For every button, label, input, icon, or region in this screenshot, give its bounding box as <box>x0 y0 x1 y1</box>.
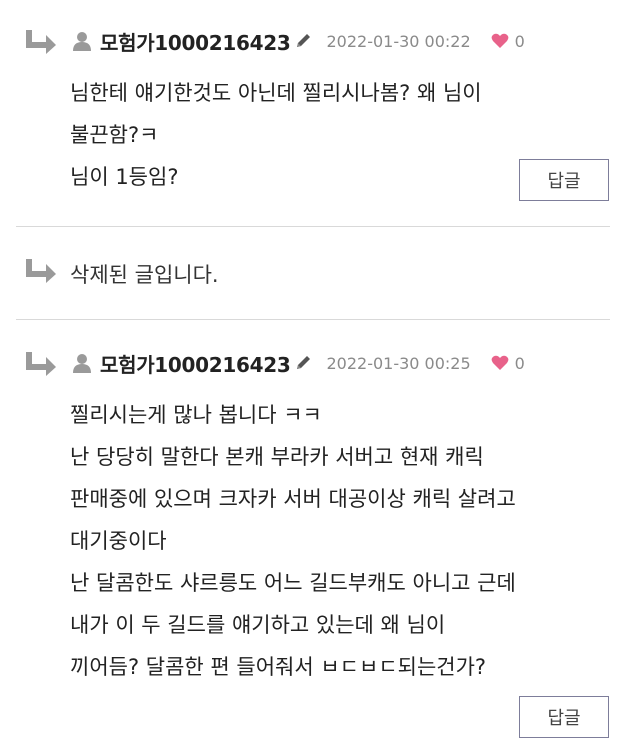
comment-line: 대기중이다 <box>70 529 167 553</box>
comment-line: 난 당당히 말한다 본캐 부라카 서버고 현재 캐릭 <box>70 445 484 469</box>
reply-arrow-icon <box>26 259 56 283</box>
comment-line: 끼어듬? 달콤한 편 들어줘서 ㅂㄷㅂㄷ되는건가? <box>70 655 487 679</box>
like-count: 0 <box>514 353 525 373</box>
comment-body: 찔리시는게 많나 봅니다 ㅋㅋ 난 당당히 말한다 본캐 부라카 서버고 현재 … <box>70 394 516 688</box>
comment-header: 모험가1000216423 2022-01-30 00:22 0 <box>72 27 525 56</box>
heart-icon[interactable] <box>491 355 509 371</box>
reply-button[interactable]: 답글 <box>519 696 609 738</box>
comment-header: 모험가1000216423 2022-01-30 00:25 0 <box>72 349 525 378</box>
comment-date: 2022-01-30 00:25 <box>326 353 471 373</box>
comment-line: 찔리시는게 많나 봅니다 ㅋㅋ <box>70 403 322 427</box>
pencil-icon[interactable] <box>294 32 312 50</box>
comment-body: 님한테 얘기한것도 아닌데 찔리시나봄? 왜 님이 불끈함?ㅋ 님이 1등임? <box>70 72 482 198</box>
divider <box>16 226 610 227</box>
reply-arrow-icon <box>26 352 56 376</box>
comment-line: 판매중에 있으며 크자카 서버 대공이상 캐릭 살려고 <box>70 487 516 511</box>
comment-line: 님이 1등임? <box>70 165 179 189</box>
user-icon <box>73 354 91 373</box>
comment-date: 2022-01-30 00:22 <box>326 31 471 51</box>
comment-line: 불끈함?ㅋ <box>70 123 159 147</box>
divider <box>16 319 610 320</box>
reply-button[interactable]: 답글 <box>519 159 609 201</box>
deleted-message: 삭제된 글입니다. <box>70 263 219 287</box>
comment-line: 난 달콤한도 샤르릉도 어느 길드부캐도 아니고 근데 <box>70 571 516 595</box>
like-count: 0 <box>514 31 525 51</box>
username[interactable]: 모험가1000216423 <box>100 349 291 378</box>
username[interactable]: 모험가1000216423 <box>100 27 291 56</box>
pencil-icon[interactable] <box>294 354 312 372</box>
user-icon <box>73 32 91 51</box>
heart-icon[interactable] <box>491 33 509 49</box>
reply-arrow-icon <box>26 30 56 54</box>
comment-line: 님한테 얘기한것도 아닌데 찔리시나봄? 왜 님이 <box>70 81 482 105</box>
comment-line: 내가 이 두 길드를 얘기하고 있는데 왜 님이 <box>70 613 446 637</box>
